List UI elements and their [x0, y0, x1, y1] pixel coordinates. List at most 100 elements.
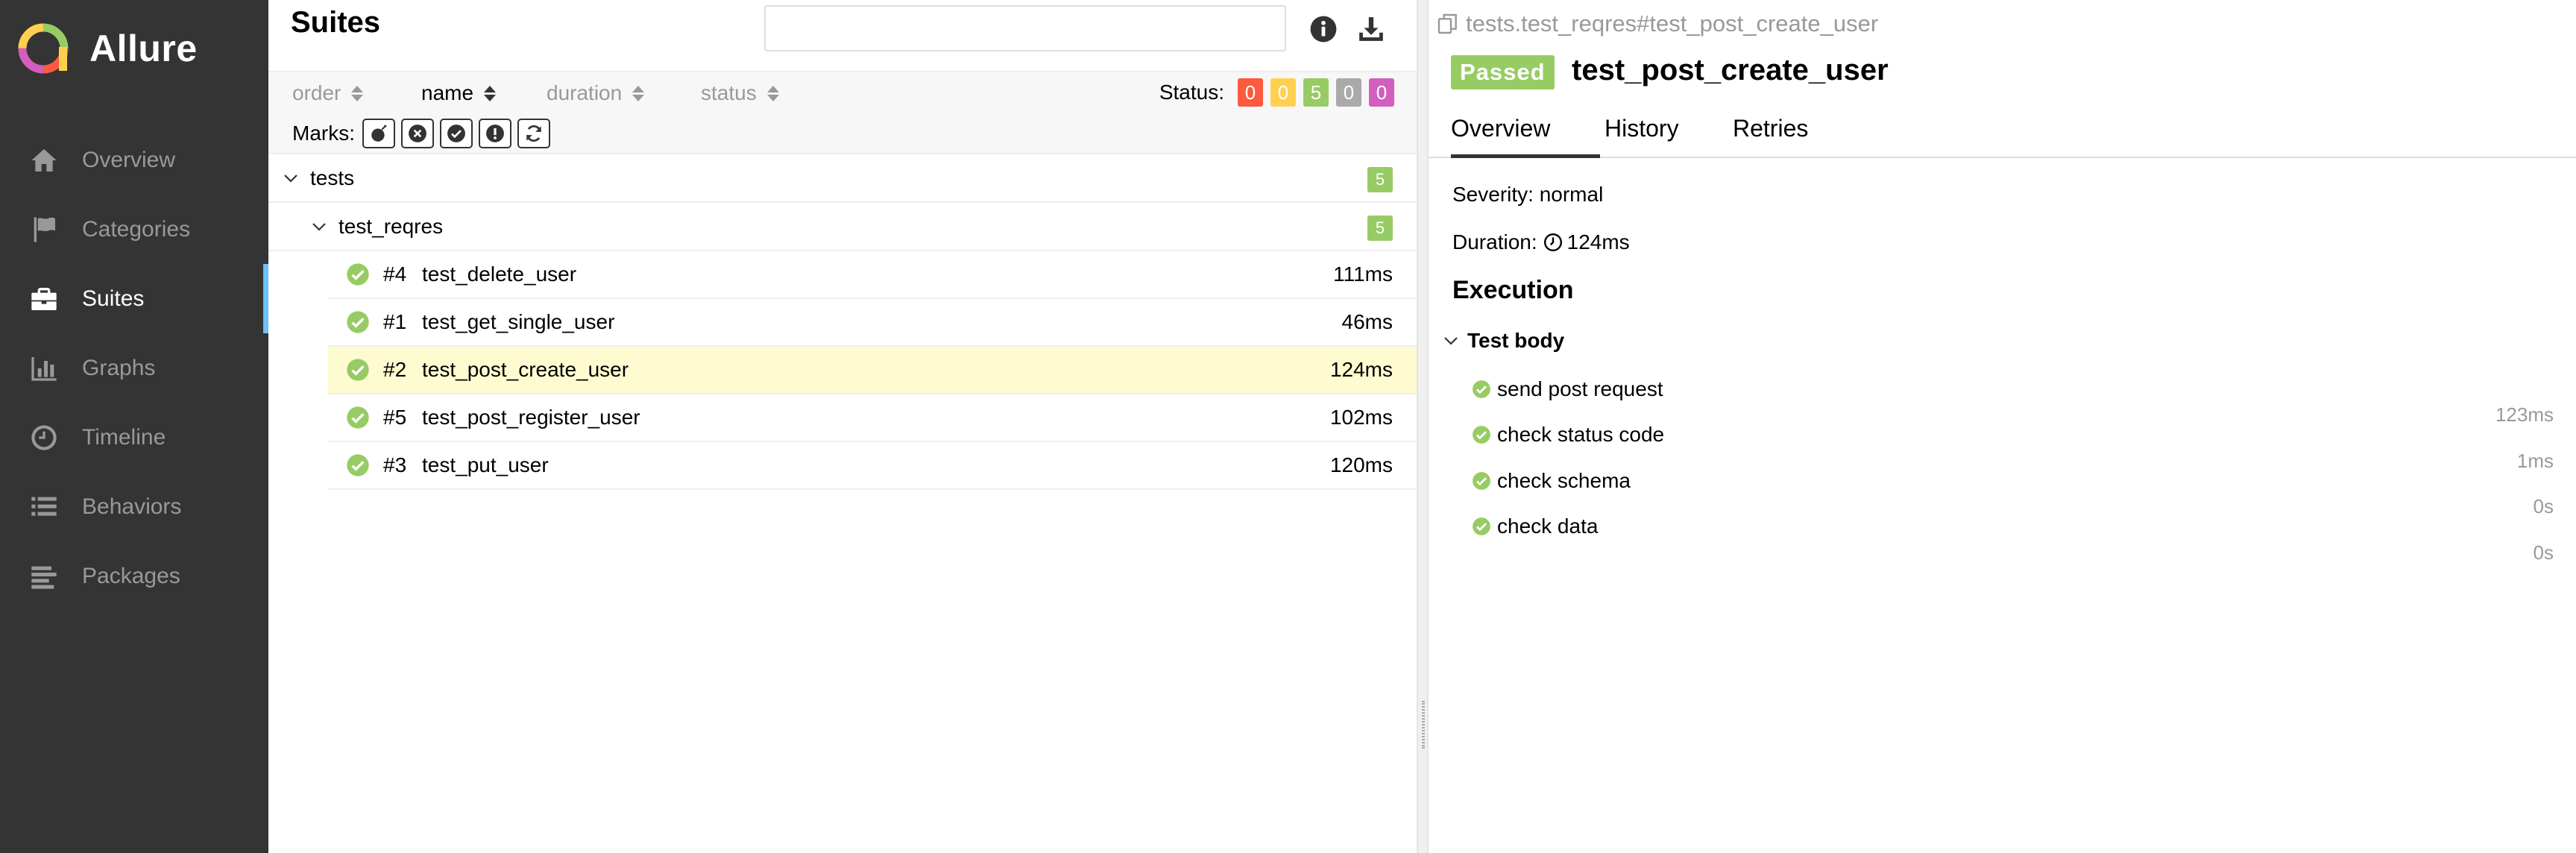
- test-number: #1: [383, 310, 407, 333]
- tab-history[interactable]: History: [1605, 115, 1679, 158]
- sort-by-name[interactable]: name: [421, 81, 497, 105]
- step-check-status-code[interactable]: check status code: [1472, 423, 1664, 447]
- severity-field: Severity: normal: [1452, 183, 1604, 206]
- test-duration: 120ms: [1329, 453, 1393, 476]
- bar-chart-icon: [28, 353, 60, 384]
- test-duration: 102ms: [1329, 406, 1393, 429]
- pane-splitter[interactable]: [1417, 0, 1429, 853]
- test-body-label: Test body: [1467, 329, 1565, 352]
- sort-by-duration[interactable]: duration: [547, 81, 645, 105]
- step-duration: 123ms: [2495, 403, 2554, 426]
- test-duration: 124ms: [1329, 358, 1393, 381]
- test-name: test_delete_user: [422, 262, 577, 286]
- step-name: check schema: [1497, 469, 1631, 492]
- align-left-icon: [28, 561, 60, 592]
- chevron-down-icon: [1444, 337, 1458, 345]
- status-broken-badge[interactable]: 0: [1270, 78, 1296, 107]
- suites-tree: tests 5 test_reqres 5 #4 test_delete_use…: [268, 154, 1417, 490]
- test-name: test_post_register_user: [422, 406, 640, 429]
- sort-arrows-icon: [632, 85, 645, 101]
- sidebar-item-label: Graphs: [82, 355, 156, 380]
- check-circle-icon: [347, 359, 369, 381]
- test-row-post-create-user[interactable]: #2 test_post_create_user 124ms: [328, 347, 1417, 394]
- duration-label: Duration:: [1452, 230, 1537, 254]
- tree-group-count: 5: [1367, 215, 1393, 241]
- status-passed-badge[interactable]: 5: [1303, 78, 1329, 107]
- page-title: Suites: [291, 6, 381, 39]
- test-duration: 46ms: [1341, 310, 1393, 333]
- test-number: #2: [383, 358, 407, 381]
- new-broken-mark-button[interactable]: [479, 119, 511, 148]
- marks-label: Marks:: [292, 122, 355, 145]
- sidebar-item-graphs[interactable]: Graphs: [0, 333, 268, 403]
- check-circle-icon: [347, 311, 369, 333]
- check-circle-icon: [447, 125, 465, 142]
- execution-title: Execution: [1452, 276, 1574, 304]
- sidebar-item-timeline[interactable]: Timeline: [0, 403, 268, 472]
- sidebar-item-label: Packages: [82, 563, 180, 588]
- sort-arrows-icon: [766, 85, 779, 101]
- copy-icon[interactable]: [1436, 12, 1460, 36]
- download-icon[interactable]: [1355, 13, 1387, 45]
- step-name: check status code: [1497, 423, 1665, 446]
- check-circle-icon: [347, 406, 369, 429]
- step-check-data[interactable]: check data: [1472, 514, 1598, 538]
- step-duration: 0s: [2533, 495, 2554, 517]
- sort-arrows-icon: [484, 85, 497, 101]
- tree-group-tests[interactable]: tests 5: [268, 154, 1417, 203]
- flaky-mark-button[interactable]: [362, 119, 395, 148]
- briefcase-icon: [28, 283, 60, 315]
- step-send-post-request[interactable]: send post request: [1472, 377, 1663, 401]
- retries-mark-button[interactable]: [517, 119, 550, 148]
- sort-label: duration: [547, 81, 623, 104]
- test-row-post-register-user[interactable]: #5 test_post_register_user 102ms: [328, 394, 1417, 442]
- exclamation-circle-icon: [486, 125, 504, 142]
- status-unknown-badge[interactable]: 0: [1369, 78, 1394, 107]
- breadcrumb-path: tests.test_reqres#test_post_create_user: [1466, 10, 1879, 37]
- check-circle-icon: [1473, 472, 1490, 490]
- step-duration: 1ms: [2516, 450, 2554, 472]
- suites-pane: Suites order name duration status Status…: [268, 0, 1417, 853]
- allure-logo-icon: [18, 23, 69, 74]
- search-input[interactable]: [764, 5, 1286, 51]
- sidebar-item-label: Overview: [82, 147, 176, 172]
- status-badge: Passed: [1451, 55, 1555, 89]
- new-passed-mark-button[interactable]: [440, 119, 473, 148]
- home-icon: [28, 145, 60, 176]
- sidebar-item-overview[interactable]: Overview: [0, 125, 268, 195]
- refresh-icon: [526, 125, 542, 142]
- tree-group-test-reqres[interactable]: test_reqres 5: [268, 203, 1417, 251]
- tree-group-label: test_reqres: [338, 214, 444, 238]
- sidebar-item-categories[interactable]: Categories: [0, 195, 268, 264]
- test-row-delete-user[interactable]: #4 test_delete_user 111ms: [328, 251, 1417, 299]
- check-circle-icon: [347, 263, 369, 286]
- list-icon: [28, 491, 60, 523]
- allure-report-app: Allure Overview Categories Suites Graphs: [0, 0, 2576, 853]
- sidebar-item-label: Timeline: [82, 424, 166, 450]
- status-failed-badge[interactable]: 0: [1238, 78, 1263, 107]
- info-icon[interactable]: [1308, 13, 1339, 45]
- test-detail-pane: tests.test_reqres#test_post_create_user …: [1429, 0, 2576, 853]
- test-row-get-single-user[interactable]: #1 test_get_single_user 46ms: [328, 299, 1417, 347]
- sort-by-order[interactable]: order: [292, 81, 364, 105]
- brand[interactable]: Allure: [16, 22, 198, 75]
- test-name: test_post_create_user: [422, 358, 629, 381]
- sidebar-item-behaviors[interactable]: Behaviors: [0, 472, 268, 541]
- status-skipped-badge[interactable]: 0: [1336, 78, 1361, 107]
- new-failed-mark-button[interactable]: [401, 119, 434, 148]
- step-check-schema[interactable]: check schema: [1472, 469, 1631, 493]
- sidebar-item-suites[interactable]: Suites: [0, 264, 268, 333]
- step-name: send post request: [1497, 377, 1663, 400]
- sidebar: Allure Overview Categories Suites Graphs: [0, 0, 268, 853]
- test-row-put-user[interactable]: #3 test_put_user 120ms: [328, 442, 1417, 490]
- tab-retries[interactable]: Retries: [1733, 115, 1808, 158]
- test-body-toggle[interactable]: Test body: [1443, 329, 1564, 353]
- test-number: #5: [383, 406, 407, 429]
- sidebar-item-packages[interactable]: Packages: [0, 541, 268, 611]
- sidebar-item-label: Categories: [82, 216, 191, 242]
- tab-overview[interactable]: Overview: [1451, 115, 1600, 158]
- test-name: test_put_user: [422, 453, 549, 476]
- sort-by-status[interactable]: status: [701, 81, 779, 105]
- bomb-icon: [371, 125, 387, 142]
- flag-icon: [28, 214, 60, 245]
